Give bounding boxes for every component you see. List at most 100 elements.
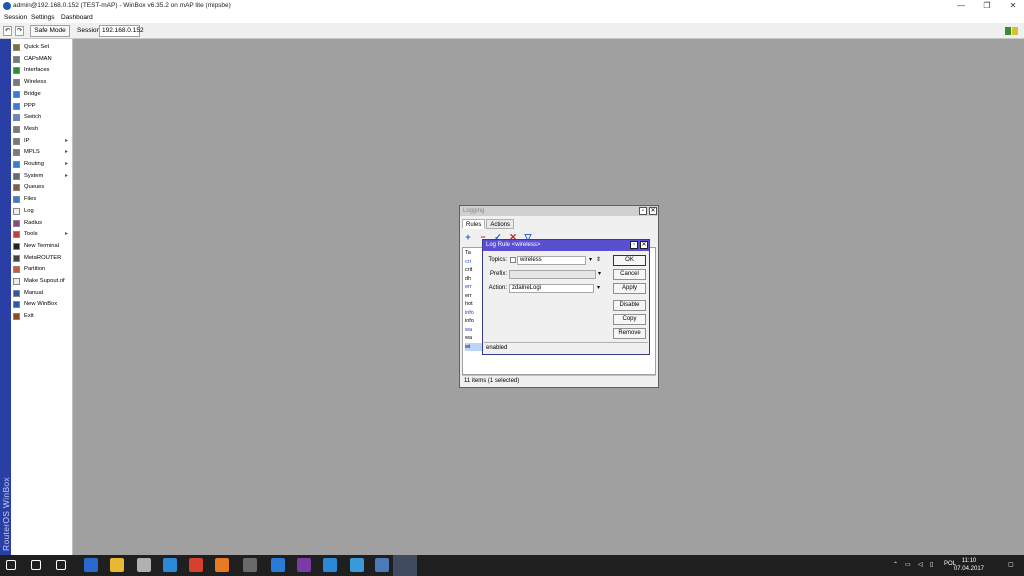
logging-maximize-button[interactable]: ▫ — [639, 207, 647, 215]
sidebar-item-label: MPLS — [24, 149, 40, 156]
copy-button[interactable]: Copy — [613, 314, 646, 325]
app-display-icon[interactable] — [350, 558, 364, 572]
sidebar-item-label: Wireless — [24, 79, 47, 86]
redo-button[interactable]: ↷ — [15, 26, 24, 36]
action-dropdown-icon[interactable]: ▾ — [595, 284, 602, 293]
rule-close-button[interactable]: ✕ — [640, 241, 648, 249]
edge-icon[interactable] — [163, 558, 177, 572]
secure-icon — [1012, 27, 1018, 35]
sidebar-item-system[interactable]: System ▸ — [11, 171, 72, 182]
app-save-icon[interactable] — [84, 558, 98, 572]
visualstudio-icon[interactable] — [297, 558, 311, 572]
active-task-highlight — [393, 555, 417, 576]
menu-session[interactable]: Session — [4, 14, 27, 21]
app-tool-icon[interactable] — [137, 558, 151, 572]
topics-dropdown-icon[interactable]: ▾ — [587, 256, 594, 265]
sidebar-item-make-supout-rif[interactable]: Make Supout.rif — [11, 276, 72, 287]
ok-button[interactable]: OK — [613, 255, 646, 266]
sidebar-item-manual[interactable]: Manual — [11, 288, 72, 299]
sidebar-item-metarouter[interactable]: MetaROUTER — [11, 253, 72, 264]
start-icon[interactable] — [6, 560, 16, 570]
sidebar-item-label: Bridge — [24, 90, 41, 97]
taskview-icon[interactable] — [56, 560, 66, 570]
sidebar-item-bridge[interactable]: Bridge — [11, 89, 72, 100]
sidebar-item-quick-set[interactable]: Quick Set — [11, 42, 72, 53]
sidebar-item-mesh[interactable]: Mesh — [11, 124, 72, 135]
topics-label: Topics: — [488, 257, 507, 263]
sidebar-item-label: Exit — [24, 313, 34, 320]
sidebar-item-ppp[interactable]: PPP — [11, 101, 72, 112]
sidebar-item-label: New WinBox — [24, 301, 58, 308]
topics-spin-icon[interactable]: ⇕ — [595, 256, 602, 265]
remove-button[interactable]: Remove — [613, 328, 646, 339]
sidebar-menu: Quick Set CAPsMAN Interfaces Wireless Bridge… — [11, 39, 73, 555]
sidebar-item-label: CAPsMAN — [24, 55, 52, 62]
action-field[interactable]: zdalneLogi — [509, 284, 594, 293]
logging-close-button[interactable]: ✕ — [649, 207, 657, 215]
action-label: Action: — [488, 285, 507, 291]
sidebar-item-label: Switch — [24, 114, 42, 121]
close-button[interactable]: ✕ — [998, 0, 1024, 12]
wireless-icon — [13, 79, 20, 87]
winbox-side-strip: RouterOS WinBox — [0, 39, 11, 555]
winbox-task-icon[interactable] — [375, 558, 389, 572]
logging-tabs: Rules Actions — [462, 219, 515, 229]
ip-icon — [13, 137, 20, 145]
chrome-icon[interactable] — [189, 558, 203, 572]
tray-network-icon[interactable]: ▭ — [905, 561, 911, 568]
app-blue-icon[interactable] — [271, 558, 285, 572]
prefix-dropdown-icon[interactable]: ▾ — [596, 270, 603, 279]
mpls-icon — [13, 149, 20, 157]
firefox-icon[interactable] — [215, 558, 229, 572]
logging-status: 11 items (1 selected) — [462, 375, 656, 385]
sidebar-item-routing[interactable]: Routing ▸ — [11, 159, 72, 170]
manual-icon — [13, 289, 20, 297]
tray-volume-icon[interactable]: ◁ — [918, 561, 923, 568]
app-pen-icon[interactable] — [243, 558, 257, 572]
rule-maximize-button[interactable]: ▫ — [630, 241, 638, 249]
tab-actions[interactable]: Actions — [486, 219, 515, 229]
log-icon — [13, 207, 20, 215]
sidebar-item-files[interactable]: Files — [11, 194, 72, 205]
sidebar-item-capsman[interactable]: CAPsMAN — [11, 54, 72, 65]
sidebar-item-wireless[interactable]: Wireless — [11, 77, 72, 88]
search-icon[interactable] — [31, 560, 41, 570]
taskbar-clock[interactable]: 11:10 07.04.2017 — [954, 557, 984, 573]
topics-negate-checkbox[interactable] — [510, 257, 516, 263]
sidebar-item-label: New Terminal — [24, 242, 60, 249]
add-icon[interactable]: + — [462, 232, 474, 243]
sidebar-item-label: Files — [24, 196, 37, 203]
undo-button[interactable]: ↶ — [3, 26, 12, 36]
explorer-icon[interactable] — [110, 558, 124, 572]
sidebar-item-ip[interactable]: IP ▸ — [11, 136, 72, 147]
sidebar-item-exit[interactable]: Exit — [11, 311, 72, 322]
topics-field[interactable]: wireless — [517, 256, 586, 265]
safe-mode-button[interactable]: Safe Mode — [30, 25, 70, 37]
sidebar-item-log[interactable]: Log — [11, 206, 72, 217]
menu-settings[interactable]: Settings — [31, 14, 55, 21]
capsman-icon — [13, 55, 20, 63]
session-field[interactable]: 192.168.0.152 — [99, 25, 144, 37]
menu-dashboard[interactable]: Dashboard — [61, 14, 93, 21]
sidebar-item-queues[interactable]: Queues — [11, 182, 72, 193]
sidebar-item-new-winbox[interactable]: New WinBox — [11, 299, 72, 310]
cancel-button[interactable]: Cancel — [613, 269, 646, 280]
sidebar-item-interfaces[interactable]: Interfaces — [11, 65, 72, 76]
sidebar-item-label: Interfaces — [24, 67, 50, 74]
prefix-field[interactable] — [509, 270, 596, 279]
notifications-icon[interactable]: ▢ — [1008, 561, 1014, 568]
tray-input-icon[interactable]: ▯ — [930, 561, 933, 568]
disable-button[interactable]: Disable — [613, 300, 646, 311]
ie-icon[interactable] — [323, 558, 337, 572]
sidebar-item-tools[interactable]: Tools ▸ — [11, 229, 72, 240]
sidebar-item-radius[interactable]: Radius — [11, 218, 72, 229]
apply-button[interactable]: Apply — [613, 283, 646, 294]
tray-people-icon[interactable]: ⌃ — [893, 561, 898, 568]
sidebar-item-mpls[interactable]: MPLS ▸ — [11, 147, 72, 158]
sidebar-item-new-terminal[interactable]: New Terminal — [11, 241, 72, 252]
sidebar-item-partition[interactable]: Partition — [11, 264, 72, 275]
winbox-icon — [13, 301, 20, 309]
tab-rules[interactable]: Rules — [462, 219, 486, 229]
sidebar-item-label: Tools — [24, 231, 38, 238]
sidebar-item-switch[interactable]: Switch — [11, 112, 72, 123]
